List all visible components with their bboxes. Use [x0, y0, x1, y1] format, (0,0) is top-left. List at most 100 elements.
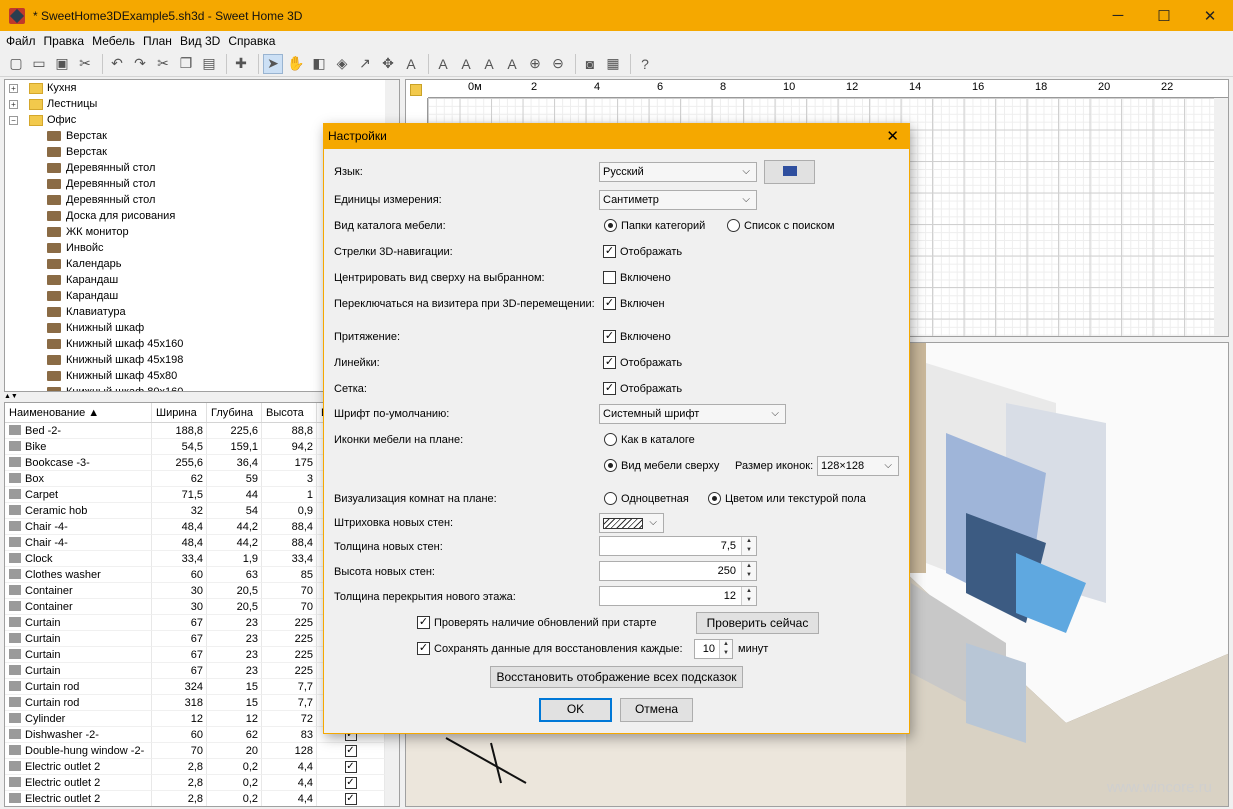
spinner-arrows-icon[interactable]: ▲ ▼: [719, 640, 732, 658]
help-icon[interactable]: ?: [635, 54, 655, 74]
column-depth-header[interactable]: Глубина: [207, 403, 262, 422]
minimize-button[interactable]: ─: [1095, 0, 1141, 31]
create-polylines-icon[interactable]: ↗: [355, 54, 375, 74]
cell-depth: 62: [207, 727, 262, 743]
furniture-row-icon: [9, 649, 21, 659]
table-row[interactable]: Electric outlet 2 2,8 0,2 4,4 ✓: [5, 791, 399, 806]
preferences-icon[interactable]: ✂: [75, 54, 95, 74]
add-furniture-icon[interactable]: ✚: [231, 54, 251, 74]
paste-icon[interactable]: ▤: [199, 54, 219, 74]
expand-toggle-icon[interactable]: +: [9, 100, 18, 109]
create-dimensions-icon[interactable]: ✥: [378, 54, 398, 74]
visible-checkbox[interactable]: ✓: [344, 777, 357, 790]
wall-height-spinner[interactable]: 250 ▲ ▼: [599, 561, 757, 581]
units-select[interactable]: Сантиметр ⌵: [599, 190, 757, 210]
rulers-checkbox[interactable]: ✓ Отображать: [603, 356, 682, 369]
increase-text-icon[interactable]: A: [479, 54, 499, 74]
column-name-header[interactable]: Наименование ▲: [5, 403, 152, 422]
wall-thickness-spinner[interactable]: 7,5 ▲ ▼: [599, 536, 757, 556]
pan-hand-icon[interactable]: ✋: [286, 54, 306, 74]
column-width-header[interactable]: Ширина: [152, 403, 207, 422]
chevron-down-icon: ⌵: [884, 460, 892, 471]
expand-toggle-icon[interactable]: +: [9, 84, 18, 93]
menu-furniture[interactable]: Мебель: [88, 34, 139, 48]
reset-tips-button[interactable]: Восстановить отображение всех подсказок: [490, 666, 743, 688]
redo-icon[interactable]: ↷: [130, 54, 150, 74]
nav-arrows-checkbox[interactable]: ✓ Отображать: [603, 245, 682, 258]
cut-icon[interactable]: ✂: [153, 54, 173, 74]
tree-item-label: Верстак: [66, 146, 107, 158]
furniture-row-icon: [9, 729, 21, 739]
visible-checkbox[interactable]: ✓: [344, 761, 357, 774]
video-icon[interactable]: ▦: [603, 54, 623, 74]
visible-checkbox[interactable]: ✓: [344, 793, 357, 806]
table-row[interactable]: Double-hung window -2- 70 20 128 ✓: [5, 743, 399, 759]
menu-edit[interactable]: Правка: [40, 34, 89, 48]
spinner-arrows-icon[interactable]: ▲ ▼: [741, 587, 756, 605]
new-file-icon[interactable]: ▢: [6, 54, 26, 74]
magnetism-checkbox[interactable]: ✓ Включено: [603, 330, 671, 343]
cell-depth: 15: [207, 679, 262, 695]
default-font-select[interactable]: Системный шрифт ⌵: [599, 404, 786, 424]
cancel-button[interactable]: Отмена: [620, 698, 693, 722]
menu-help[interactable]: Справка: [224, 34, 279, 48]
create-rooms-icon[interactable]: ◈: [332, 54, 352, 74]
language-select[interactable]: Русский ⌵: [599, 162, 757, 182]
ok-button[interactable]: OK: [539, 698, 612, 722]
wall-hatch-select[interactable]: ⌵: [599, 513, 664, 533]
zoom-out-icon[interactable]: ⊖: [548, 54, 568, 74]
menu-plan[interactable]: План: [139, 34, 176, 48]
add-text-icon[interactable]: A: [401, 54, 421, 74]
autosave-checkbox[interactable]: ✓ Сохранять данные для восстановления каж…: [417, 642, 683, 655]
copy-icon[interactable]: ❐: [176, 54, 196, 74]
text-style-icon[interactable]: A: [433, 54, 453, 74]
catalog-folders-radio[interactable]: Папки категорий: [604, 219, 705, 232]
table-row[interactable]: Electric outlet 2 2,8 0,2 4,4 ✓: [5, 775, 399, 791]
tree-folder[interactable]: + Кухня: [5, 80, 399, 96]
open-folder-icon[interactable]: ▭: [29, 54, 49, 74]
close-window-button[interactable]: ✕: [1187, 0, 1233, 31]
decrease-text-icon[interactable]: A: [502, 54, 522, 74]
dialog-close-icon[interactable]: ✕: [886, 124, 899, 149]
catalog-search-radio[interactable]: Список с поиском: [727, 219, 835, 232]
tree-item-label: Книжный шкаф 80х160: [66, 386, 184, 392]
check-updates-checkbox[interactable]: ✓ Проверять наличие обновлений при старте: [417, 616, 656, 629]
window-title: * SweetHome3DExample5.sh3d - Sweet Home …: [33, 8, 303, 23]
column-height-header[interactable]: Высота: [262, 403, 317, 422]
maximize-button[interactable]: ☐: [1141, 0, 1187, 31]
icons-catalog-radio[interactable]: Как в каталоге: [604, 433, 695, 446]
save-icon[interactable]: ▣: [52, 54, 72, 74]
create-walls-icon[interactable]: ◧: [309, 54, 329, 74]
plan-scrollbar[interactable]: [1214, 98, 1228, 336]
visitor-switch-checkbox[interactable]: ✓ Включен: [603, 297, 665, 310]
table-row[interactable]: Electric outlet 2 2,8 0,2 4,4 ✓: [5, 759, 399, 775]
app-icon: [9, 7, 25, 24]
folder-icon: [29, 115, 43, 126]
text-italic-icon[interactable]: A: [456, 54, 476, 74]
select-pointer-icon[interactable]: ➤: [263, 53, 283, 74]
photo-camera-icon[interactable]: ◙: [580, 54, 600, 74]
check-now-button[interactable]: Проверить сейчас: [696, 612, 819, 634]
visible-checkbox[interactable]: ✓: [344, 745, 357, 758]
plan-icons-label: Иконки мебели на плане:: [334, 434, 464, 446]
wall-height-label: Высота новых стен:: [334, 566, 435, 578]
import-language-button[interactable]: [764, 160, 815, 184]
center-view-checkbox[interactable]: Включено: [603, 271, 671, 284]
spinner-arrows-icon[interactable]: ▲ ▼: [741, 562, 756, 580]
icons-topview-radio[interactable]: Вид мебели сверху: [604, 459, 719, 472]
menu-3d-view[interactable]: Вид 3D: [176, 34, 224, 48]
furniture-row-icon: [9, 585, 21, 595]
zoom-in-icon[interactable]: ⊕: [525, 54, 545, 74]
expand-toggle-icon[interactable]: −: [9, 116, 18, 125]
rooms-floor-texture-radio[interactable]: Цветом или текстурой пола: [708, 492, 866, 505]
spinner-arrows-icon[interactable]: ▲ ▼: [741, 537, 756, 555]
rooms-single-color-radio[interactable]: Одноцветная: [604, 492, 689, 505]
tree-folder[interactable]: + Лестницы: [5, 96, 399, 112]
icon-size-select[interactable]: 128×128 ⌵: [817, 456, 899, 476]
grid-checkbox[interactable]: ✓ Отображать: [603, 382, 682, 395]
cell-width: 67: [152, 615, 207, 631]
undo-icon[interactable]: ↶: [107, 54, 127, 74]
menu-file[interactable]: Файл: [2, 34, 40, 48]
floor-thickness-spinner[interactable]: 12 ▲ ▼: [599, 586, 757, 606]
autosave-spinner[interactable]: 10 ▲ ▼: [694, 639, 733, 659]
